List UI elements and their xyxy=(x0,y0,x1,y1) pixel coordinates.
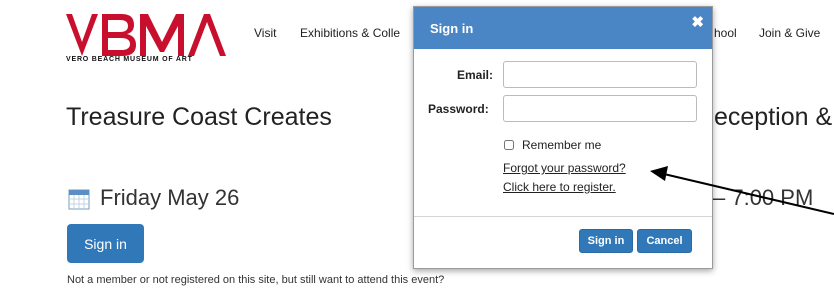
logo-graphic xyxy=(66,14,226,56)
dialog-cancel-button[interactable]: Cancel xyxy=(637,229,692,253)
register-link[interactable]: Click here to register. xyxy=(503,180,616,194)
nav-exhibitions[interactable]: Exhibitions & Colle xyxy=(300,26,400,40)
remember-me[interactable]: Remember me xyxy=(504,138,601,152)
email-label: Email: xyxy=(457,68,494,82)
calendar-icon xyxy=(68,189,90,210)
email-field[interactable] xyxy=(503,61,697,88)
nav-join-give[interactable]: Join & Give xyxy=(759,26,820,40)
remember-me-checkbox[interactable] xyxy=(504,140,514,150)
logo-tagline: VERO BEACH MUSEUM OF ART xyxy=(66,56,193,63)
dialog-divider xyxy=(414,216,712,217)
remember-me-label: Remember me xyxy=(522,138,602,152)
dialog-title: Sign in xyxy=(430,21,474,36)
non-member-note: Not a member or not registered on this s… xyxy=(67,274,445,286)
event-title-continued: eception & xyxy=(714,103,833,131)
dialog-header: Sign in ✖ xyxy=(414,7,712,49)
event-date: Friday May 26 xyxy=(100,185,240,210)
password-label: Password: xyxy=(428,102,489,116)
page-sign-in-button[interactable]: Sign in xyxy=(67,224,144,263)
event-title: Treasure Coast Creates xyxy=(66,103,332,131)
nav-school[interactable]: hool xyxy=(714,26,737,40)
forgot-password-link[interactable]: Forgot your password? xyxy=(503,161,626,175)
nav-visit[interactable]: Visit xyxy=(254,26,276,40)
close-icon[interactable]: ✖ xyxy=(691,13,704,31)
dialog-sign-in-button[interactable]: Sign in xyxy=(579,229,633,253)
password-field[interactable] xyxy=(503,95,697,122)
sign-in-dialog: Sign in ✖ Email: Password: Remember me F… xyxy=(413,6,713,269)
event-time: – 7:00 PM xyxy=(713,185,814,210)
site-logo[interactable]: VERO BEACH MUSEUM OF ART xyxy=(64,12,228,70)
